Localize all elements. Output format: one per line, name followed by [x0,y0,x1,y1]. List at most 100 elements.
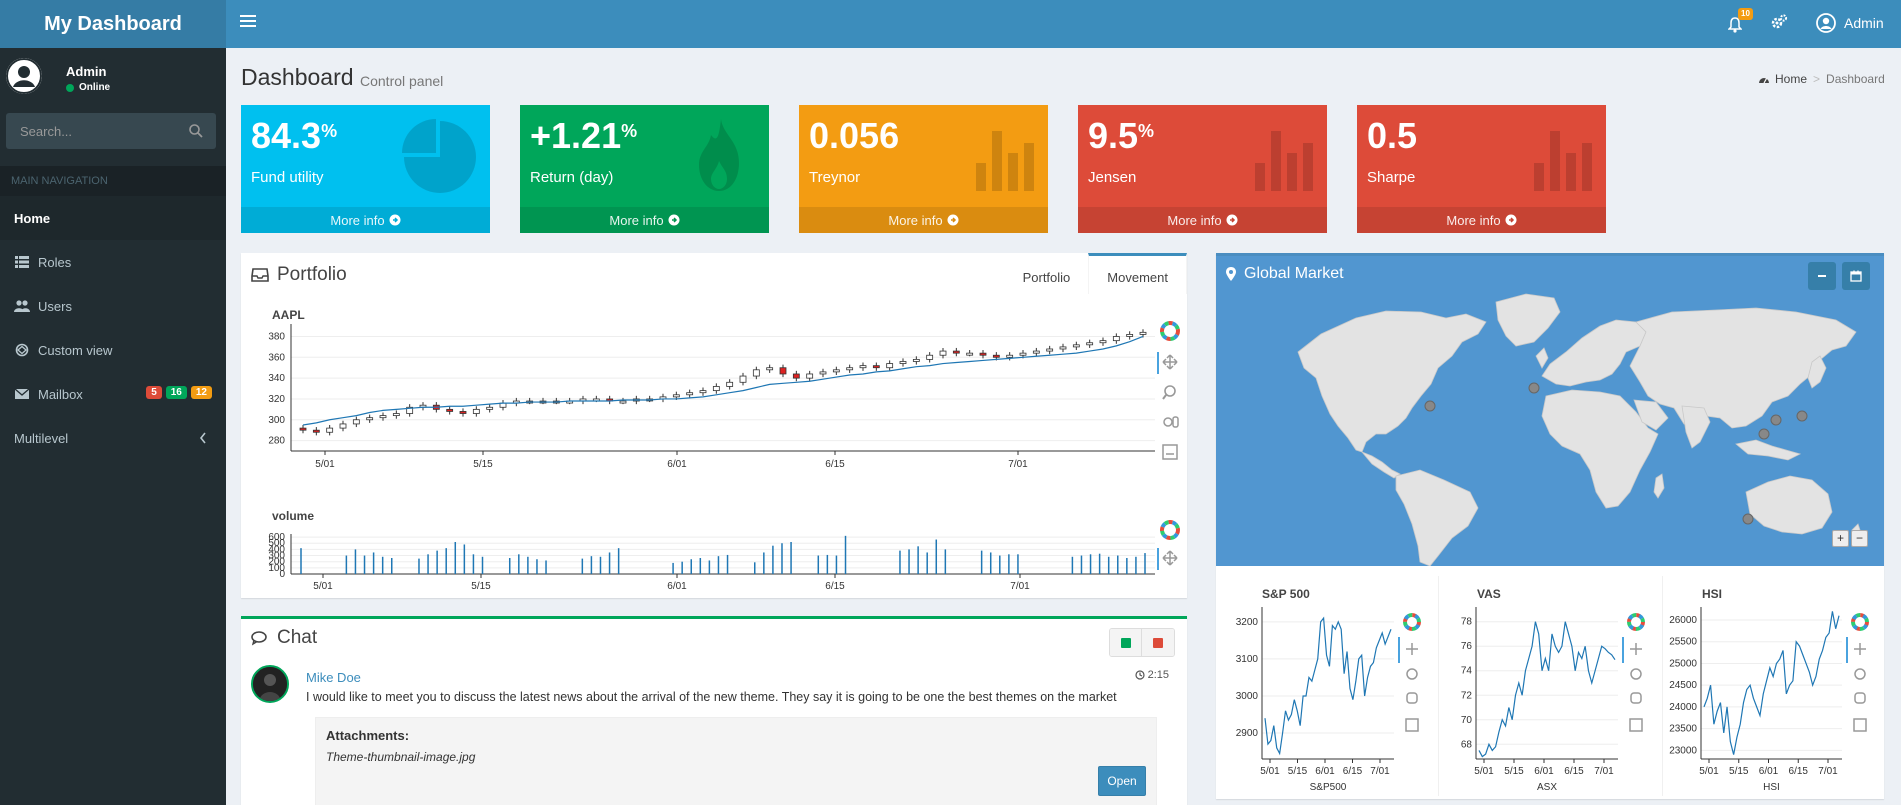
sidebar-menu: Home Roles Users Custom view Mailbox 5 1… [0,196,226,460]
mini-chart-vas: VAS 68 70 72 74 76 78 5/01 5/15 6/01 6/15 7/01 ASX [1440,569,1662,801]
candle [312,429,320,433]
offline-button[interactable] [1142,629,1174,656]
collapse-button[interactable] [1808,262,1836,290]
clock-icon [1134,670,1145,680]
open-button[interactable]: Open [1098,766,1146,796]
zoom-tool-icon[interactable] [1630,668,1642,680]
zoom-tool-icon[interactable] [1854,668,1866,680]
wheel-zoom-tool-icon[interactable] [1163,416,1179,428]
mini-chart-sp500: S&P 500 2900 3000 3100 3200 5/01 5/15 6/01 6/15… [1216,569,1438,801]
bokeh-logo-icon[interactable] [1403,613,1421,631]
pan-tool-icon[interactable] [1854,643,1866,655]
candle [899,361,907,364]
sidebar-item-mailbox[interactable]: Mailbox 5 16 12 [0,372,226,416]
bar-chart-icon [1534,131,1592,191]
candle [486,406,494,410]
bokeh-logo-icon[interactable] [1627,613,1645,631]
x-tick-label: 5/01 [313,581,333,592]
arrow-circle-right-icon [1226,214,1238,226]
wheel-zoom-tool-icon[interactable] [1630,692,1642,704]
breadcrumb-home[interactable]: Home [1758,72,1807,86]
sidebar-user-name: Admin [66,64,107,79]
bokeh-logo-icon[interactable] [1160,321,1180,341]
bokeh-logo-icon[interactable] [1160,520,1180,540]
map-marker[interactable] [1796,410,1808,422]
save-tool-icon[interactable] [1162,444,1178,460]
save-tool-icon[interactable] [1629,718,1643,732]
x-tick-label: 7/01 [1370,766,1390,777]
chat-author[interactable]: Mike Doe [306,670,361,685]
candle [379,415,387,419]
search-input[interactable] [6,113,181,149]
save-tool-icon[interactable] [1405,718,1419,732]
calendar-button[interactable] [1842,262,1870,290]
notifications-button[interactable]: 10 [1728,8,1753,36]
map-marker[interactable] [1758,428,1770,440]
save-tool-icon[interactable] [1853,718,1867,732]
more-info-link[interactable]: More info [520,207,769,233]
candle [846,367,854,371]
map-marker[interactable] [1528,382,1540,394]
bar-chart-icon [976,131,1034,191]
candle [939,350,947,356]
settings-button[interactable] [1770,13,1790,33]
app-logo[interactable]: My Dashboard [0,0,226,48]
series-line [1703,611,1840,755]
x-tick-label: 5/15 [473,459,493,470]
candle [1072,344,1080,348]
y-tick-label: 3000 [1236,691,1259,702]
x-tick-label: 7/01 [1010,581,1030,592]
more-info-link[interactable]: More info [799,207,1048,233]
chat-title: Chat [277,627,318,648]
wheel-zoom-tool-icon[interactable] [1406,692,1418,704]
arrow-circle-right-icon [947,214,959,226]
more-info-link[interactable]: More info [241,207,490,233]
sidebar-item-home[interactable]: Home [0,196,226,240]
pan-tool-icon[interactable] [1162,354,1178,370]
search-icon[interactable] [188,123,204,139]
vas-line-chart: 68 70 72 74 76 78 5/01 5/15 6/01 6/15 7/01 ASX [1461,607,1645,793]
avatar [6,58,42,94]
y-tick-label: 78 [1461,617,1473,628]
x-tick-label: 5/01 [1474,766,1494,777]
candle [979,352,987,356]
pan-tool-icon[interactable] [1630,643,1642,655]
wheel-zoom-tool-icon[interactable] [1854,692,1866,704]
chat-avatar [251,665,289,703]
x-tick-label: 6/15 [1343,766,1363,777]
candlestick-chart: 2803003203403603805/01 5/15 6/01 6/15 7/0101… [268,321,1180,592]
bokeh-logo-icon[interactable] [1851,613,1869,631]
x-tick-label: 5/01 [1699,766,1719,777]
user-menu[interactable]: Admin [1816,10,1884,36]
comments-icon [251,631,267,646]
mini-chart-hsi: HSI 23000 23500 24000 24500 25000 25500 26000 5… [1664,569,1886,801]
attachments-label: Attachments: [326,728,410,743]
attachment-file[interactable]: Theme-thumbnail-image.jpg [326,750,475,764]
more-info-link[interactable]: More info [1357,207,1606,233]
world-map[interactable]: Global Market + − [1216,256,1884,566]
map-zoom-out-button[interactable]: − [1851,530,1868,547]
pan-tool-icon[interactable] [1162,550,1178,566]
zoom-tool-icon[interactable] [1406,668,1418,680]
sidebar-item-custom-view[interactable]: Custom view [0,328,226,372]
y-tick-label: 3100 [1236,654,1259,665]
pan-tool-icon[interactable] [1406,643,1418,655]
more-info-link[interactable]: More info [1078,207,1327,233]
sidebar-search [6,113,216,149]
candle [726,381,734,387]
sidebar-item-roles[interactable]: Roles [0,240,226,284]
map-marker[interactable] [1742,513,1754,525]
x-tick-label: 5/15 [1729,766,1749,777]
map-marker[interactable] [1424,400,1436,412]
online-button[interactable] [1110,629,1142,656]
x-tick-label: 6/15 [825,459,845,470]
candle [446,408,454,412]
zoom-tool-icon[interactable] [1162,385,1176,400]
sidebar-item-multilevel[interactable]: Multilevel [0,416,226,460]
stat-label: Return (day) [530,169,614,186]
y-tick-label: 24000 [1669,702,1697,713]
sidebar-toggle-icon[interactable] [240,15,256,31]
map-marker[interactable] [1770,414,1782,426]
map-zoom-in-button[interactable]: + [1832,530,1849,547]
sidebar-item-users[interactable]: Users [0,284,226,328]
